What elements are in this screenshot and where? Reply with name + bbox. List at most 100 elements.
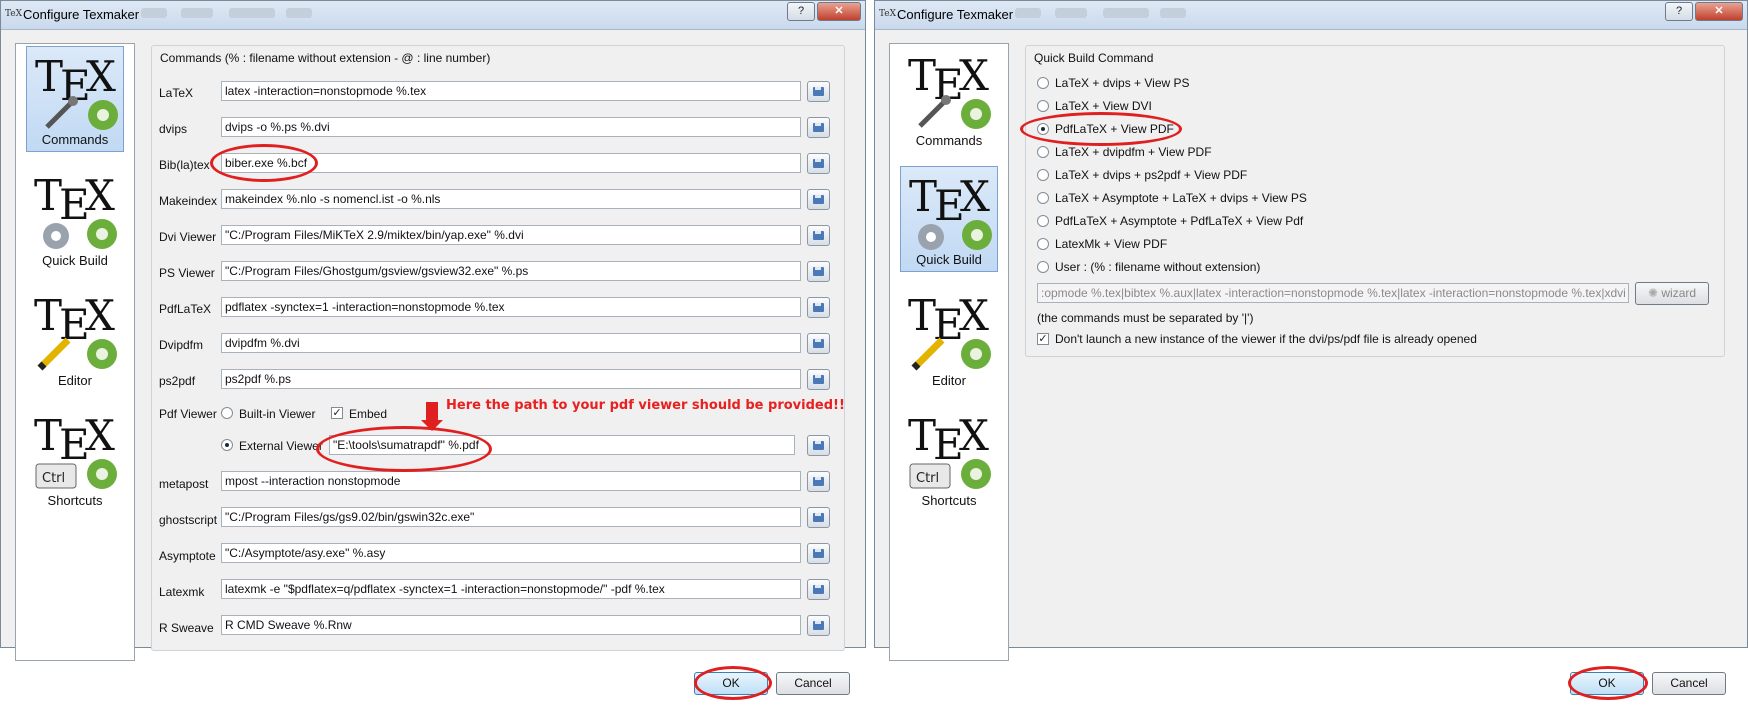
browse-button[interactable] xyxy=(807,615,830,636)
option-label: LaTeX + dvips + View PS xyxy=(1055,76,1190,90)
user-command-field[interactable]: :opmode %.tex|bibtex %.aux|latex -intera… xyxy=(1037,283,1629,303)
command-field-ps2pdf[interactable]: ps2pdf %.ps xyxy=(221,369,801,389)
option-radio[interactable] xyxy=(1037,146,1049,158)
option-radio[interactable] xyxy=(1037,100,1049,112)
window-title: Configure Texmaker xyxy=(897,7,1014,22)
option-label: LaTeX + dvips + ps2pdf + View PDF xyxy=(1055,168,1248,182)
browse-button[interactable] xyxy=(807,471,830,492)
page-editor[interactable]: T E X Editor xyxy=(900,286,998,392)
folder-icon xyxy=(813,159,824,168)
browse-button[interactable] xyxy=(807,153,830,174)
svg-text:Ctrl: Ctrl xyxy=(42,471,65,486)
page-label: Shortcuts xyxy=(47,493,103,508)
browse-button[interactable] xyxy=(807,81,830,102)
folder-icon xyxy=(813,513,824,522)
external-viewer-radio[interactable] xyxy=(221,439,233,451)
svg-text:T: T xyxy=(908,291,936,340)
page-label: Shortcuts xyxy=(921,493,977,508)
browse-button[interactable] xyxy=(807,543,830,564)
command-field-asymptote[interactable]: "C:/Asymptote/asy.exe" %.asy xyxy=(221,543,801,563)
page-shortcuts[interactable]: T E X Ctrl Shortcuts xyxy=(26,406,124,512)
command-label: metapost xyxy=(159,477,209,491)
command-field-ps-viewer[interactable]: "C:/Program Files/Ghostgum/gsview/gsview… xyxy=(221,261,801,281)
embed-checkbox[interactable]: ✓ xyxy=(331,407,343,419)
browse-button[interactable] xyxy=(807,507,830,528)
browse-button[interactable] xyxy=(807,297,830,318)
page-commands[interactable]: T E X Commands xyxy=(900,46,998,152)
command-field-metapost[interactable]: mpost --interaction nonstopmode xyxy=(221,471,801,491)
browse-button[interactable] xyxy=(807,261,830,282)
wand-icon: ✺ xyxy=(1647,286,1659,300)
wizard-button[interactable]: ✺ wizard xyxy=(1635,282,1709,305)
command-field-biblatex[interactable]: biber.exe %.bcf xyxy=(221,153,801,173)
editor-icon: T E X xyxy=(908,291,991,371)
blurred-menu xyxy=(286,8,312,18)
folder-icon xyxy=(813,267,824,276)
blurred-menu xyxy=(141,8,167,18)
browse-button[interactable] xyxy=(807,579,830,600)
command-field-dvipdfm[interactable]: dvipdfm %.dvi xyxy=(221,333,801,353)
option-radio[interactable] xyxy=(1037,77,1049,89)
help-button[interactable]: ? xyxy=(787,2,815,21)
browse-button[interactable] xyxy=(807,369,830,390)
external-viewer-field[interactable]: "E:\tools\sumatrapdf" %.pdf xyxy=(329,435,795,455)
page-list: T E X Commands T E X Quick Build T E X E… xyxy=(15,43,135,661)
command-field-latexmk[interactable]: latexmk -e "$pdflatex=q/pdflatex -syncte… xyxy=(221,579,801,599)
embed-label: Embed xyxy=(349,407,388,421)
page-label: Commands xyxy=(41,132,109,147)
quick-build-icon: T E X xyxy=(909,172,992,250)
command-field-r-sweave[interactable]: R CMD Sweave %.Rnw xyxy=(221,615,801,635)
command-field-dvips[interactable]: dvips -o %.ps %.dvi xyxy=(221,117,801,137)
option-radio[interactable] xyxy=(1037,192,1049,204)
svg-text:X: X xyxy=(959,291,989,340)
close-button[interactable]: ✕ xyxy=(817,2,861,21)
commands-icon: T E X xyxy=(908,51,991,129)
ok-button[interactable]: OK xyxy=(694,672,768,695)
browse-button[interactable] xyxy=(807,225,830,246)
page-shortcuts[interactable]: T E X Ctrl Shortcuts xyxy=(900,406,998,512)
folder-icon xyxy=(813,303,824,312)
dont-launch-checkbox[interactable]: ✓ xyxy=(1037,333,1049,345)
page-commands[interactable]: T E X Commands xyxy=(26,46,124,152)
texmaker-app-icon: TeX xyxy=(5,9,23,19)
browse-button[interactable] xyxy=(807,189,830,210)
command-field-makeindex[interactable]: makeindex %.nlo -s nomencl.ist -o %.nls xyxy=(221,189,801,209)
browse-button[interactable] xyxy=(807,435,830,456)
option-label: PdfLaTeX + View PDF xyxy=(1055,122,1174,136)
folder-icon xyxy=(813,441,824,450)
folder-icon xyxy=(813,477,824,486)
command-label: PS Viewer xyxy=(159,266,215,280)
cancel-button[interactable]: Cancel xyxy=(1652,672,1726,695)
blurred-menu xyxy=(181,8,213,18)
cancel-button[interactable]: Cancel xyxy=(776,672,850,695)
browse-button[interactable] xyxy=(807,117,830,138)
close-button[interactable]: ✕ xyxy=(1695,2,1743,21)
browse-button[interactable] xyxy=(807,333,830,354)
folder-icon xyxy=(813,549,824,558)
command-field-latex[interactable]: latex -interaction=nonstopmode %.tex xyxy=(221,81,801,101)
wizard-label: wizard xyxy=(1661,286,1697,300)
page-quick-build[interactable]: T E X Quick Build xyxy=(900,166,998,272)
command-field-dvi-viewer[interactable]: "C:/Program Files/MiKTeX 2.9/miktex/bin/… xyxy=(221,225,801,245)
folder-icon xyxy=(813,231,824,240)
configure-dialog-quick-build: TeX Configure Texmaker ? ✕ T E X Command… xyxy=(874,0,1748,661)
ok-button[interactable]: OK xyxy=(1570,672,1644,695)
command-field-ghostscript[interactable]: "C:/Program Files/gs/gs9.02/bin/gswin32c… xyxy=(221,507,801,527)
page-label: Commands xyxy=(915,133,983,148)
page-editor[interactable]: T E X Editor xyxy=(26,286,124,392)
quick-build-icon: T E X xyxy=(34,171,117,249)
group-title: Quick Build Command xyxy=(1034,51,1154,65)
page-quick-build[interactable]: T E X Quick Build xyxy=(26,166,124,272)
folder-icon xyxy=(813,585,824,594)
command-field-pdflatex[interactable]: pdflatex -synctex=1 -interaction=nonstop… xyxy=(221,297,801,317)
editor-icon: T E X xyxy=(34,291,117,371)
option-radio[interactable] xyxy=(1037,169,1049,181)
arrow-down-icon xyxy=(421,420,443,431)
option-radio[interactable] xyxy=(1037,261,1049,273)
svg-text:T: T xyxy=(908,411,936,460)
option-radio[interactable] xyxy=(1037,123,1049,135)
builtin-viewer-radio[interactable] xyxy=(221,407,233,419)
option-radio[interactable] xyxy=(1037,215,1049,227)
option-radio[interactable] xyxy=(1037,238,1049,250)
help-button[interactable]: ? xyxy=(1665,2,1693,21)
